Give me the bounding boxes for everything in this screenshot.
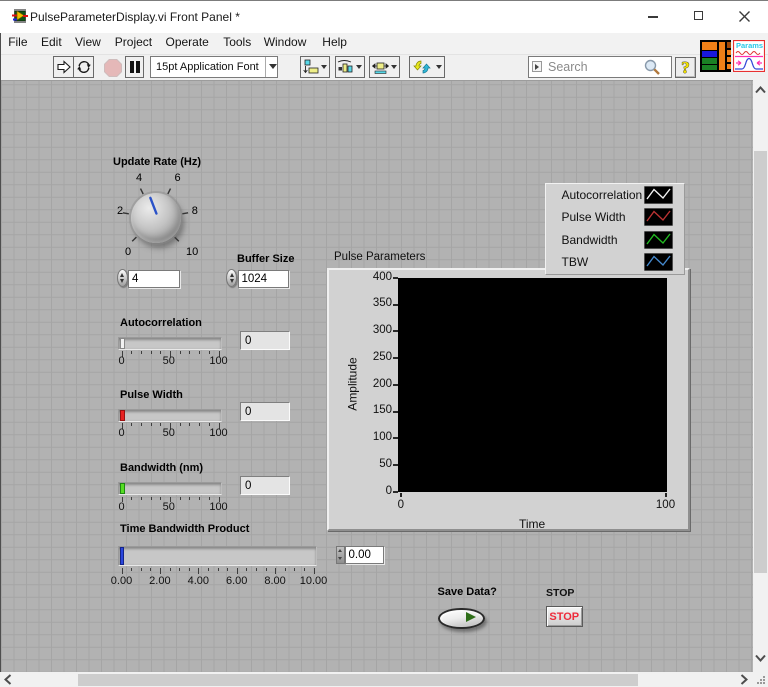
svg-text:Params: Params	[736, 41, 763, 50]
svg-text:?: ?	[681, 58, 690, 77]
